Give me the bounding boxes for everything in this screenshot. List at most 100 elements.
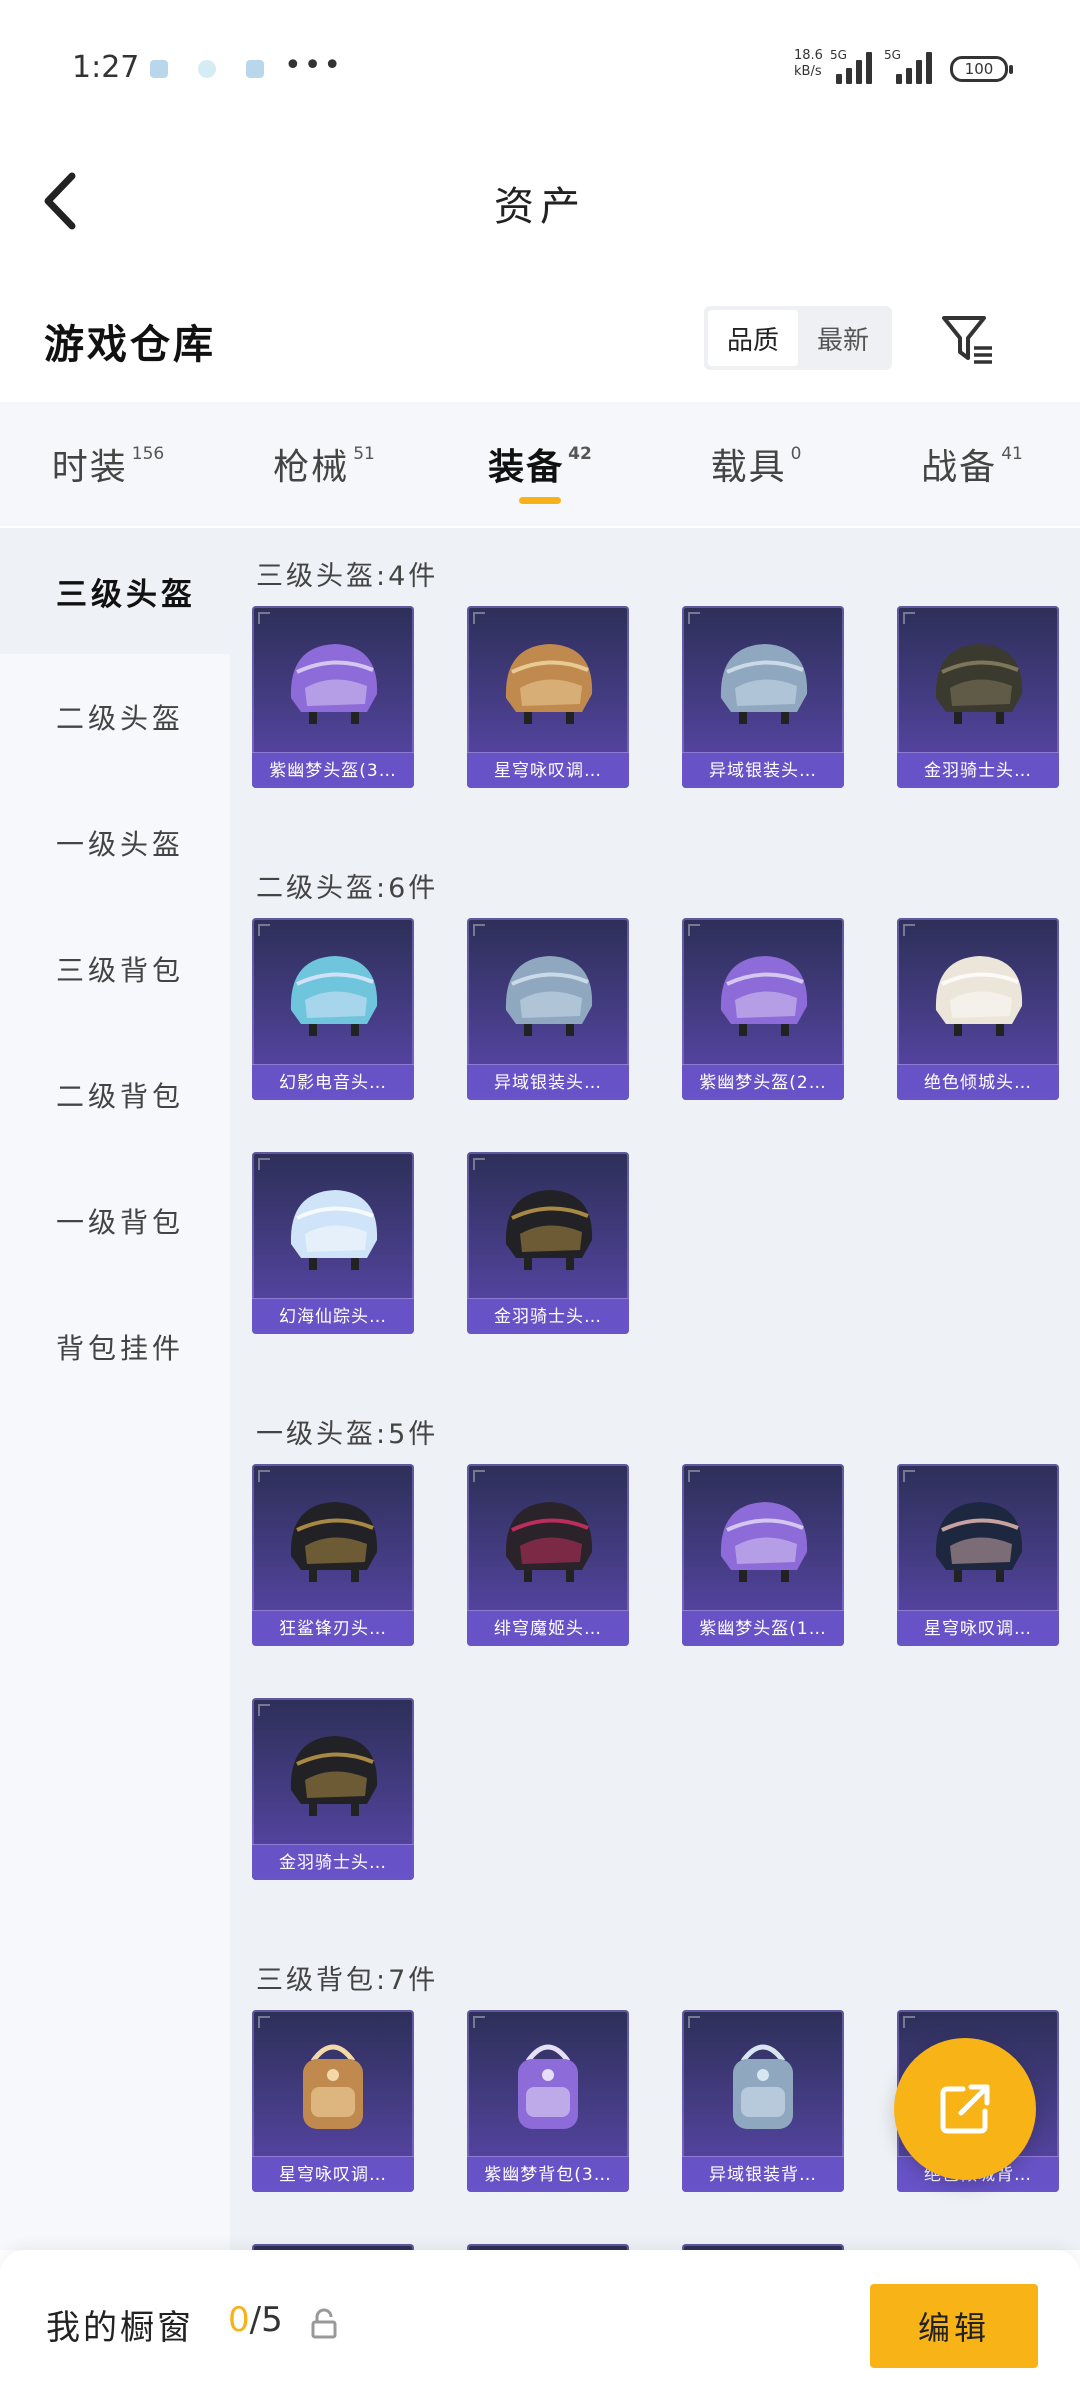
item-name: 金羽骑士头… — [252, 1844, 414, 1880]
status-time: 1:27 — [72, 50, 140, 85]
network-speed-value: 18.6 — [794, 48, 823, 63]
item-name: 紫幽梦头盔(3… — [252, 752, 414, 788]
winged-helmet-icon — [897, 1472, 1059, 1610]
tab-count: 51 — [353, 444, 375, 464]
section-header: 游戏仓库 品质 最新 — [0, 280, 1080, 400]
signal-icon — [836, 50, 872, 84]
sidebar-item-level1-helmet[interactable]: 一级头盔 — [0, 780, 230, 906]
lock-icon — [311, 2308, 337, 2339]
item-cards: 幻影电音头… 异域银装头… 紫幽梦头盔(2… 绝色倾城头… 幻海仙踪头… 金羽骑… — [230, 918, 1080, 1386]
more-notifications-icon: ••• — [284, 48, 344, 83]
tab-fashion[interactable]: 时装 156 — [0, 402, 216, 526]
dark-military-helmet-icon — [897, 614, 1059, 752]
item-grid: 三级头盔:4件 紫幽梦头盔(3… 星穹咏叹调… 异域银装头… 金羽骑士头… 二级头… — [230, 528, 1080, 2250]
group-title: 三级头盔:4件 — [256, 561, 439, 592]
purple-backpack-icon — [467, 2018, 629, 2156]
item-card[interactable]: 星穹咏叹调… — [467, 606, 629, 788]
purple-flower-helmet-icon — [682, 926, 844, 1064]
item-card[interactable]: 星穹咏叹调… — [252, 2010, 414, 2192]
tab-label: 载具 — [710, 447, 787, 488]
item-name: 星穹咏叹调… — [467, 752, 629, 788]
item-card[interactable]: 异域银装头… — [682, 606, 844, 788]
showcase-label: 我的橱窗 — [46, 2308, 194, 2348]
red-black-helmet-icon — [467, 1472, 629, 1610]
status-bar: 1:27 ••• 18.6 kB/s 5G 5G 100 — [0, 0, 1080, 130]
item-card[interactable]: 金羽骑士头… — [467, 1152, 629, 1334]
sidebar: 三级头盔 二级头盔 一级头盔 三级背包 二级背包 一级背包 背包挂件 — [0, 528, 230, 2250]
item-card[interactable]: 金羽骑士头… — [252, 1698, 414, 1880]
item-cards: 狂鲨锋刃头… 绯穹魔姬头… 紫幽梦头盔(1… 星穹咏叹调… 金羽骑士头… — [230, 1464, 1080, 1932]
sidebar-item-level3-backpack[interactable]: 三级背包 — [0, 906, 230, 1032]
silver-visor-helmet-icon — [682, 614, 844, 752]
battery-icon: 100 — [950, 56, 1013, 82]
section-title: 游戏仓库 — [44, 322, 216, 368]
item-card[interactable]: 星穹咏叹调… — [897, 1464, 1059, 1646]
item-name: 绝色倾城头… — [897, 1064, 1059, 1100]
item-name: 星穹咏叹调… — [252, 2156, 414, 2192]
sidebar-item-level2-helmet[interactable]: 二级头盔 — [0, 654, 230, 780]
sidebar-item-backpack-charm[interactable]: 背包挂件 — [0, 1284, 230, 1410]
tab-weapons[interactable]: 枪械 51 — [216, 402, 432, 526]
ornate-backpack-icon — [252, 2018, 414, 2156]
notification-icon — [150, 60, 168, 78]
edit-button[interactable]: 编辑 — [870, 2284, 1038, 2368]
item-name: 星穹咏叹调… — [897, 1610, 1059, 1646]
sidebar-item-level3-helmet[interactable]: 三级头盔 — [0, 528, 230, 654]
item-name: 异域银装背… — [682, 2156, 844, 2192]
page-title: 资产 — [494, 184, 586, 230]
item-card[interactable]: 绯穹魔姬头… — [467, 1464, 629, 1646]
item-name: 幻海仙踪头… — [252, 1298, 414, 1334]
sort-quality-button[interactable]: 品质 — [708, 310, 798, 366]
signal-icon — [896, 50, 932, 84]
item-card[interactable]: 异域银装背… — [682, 2010, 844, 2192]
black-gold-helmet-icon — [467, 1160, 629, 1298]
category-tabs: 时装 156 枪械 51 装备 42 载具 0 战备 41 — [0, 402, 1080, 526]
sidebar-item-level1-backpack[interactable]: 一级背包 — [0, 1158, 230, 1284]
share-button[interactable] — [894, 2038, 1036, 2180]
showcase-total: /5 — [249, 2300, 283, 2340]
tab-equipment[interactable]: 装备 42 — [432, 402, 648, 526]
item-card[interactable]: 幻海仙踪头… — [252, 1152, 414, 1334]
network-speed-unit: kB/s — [794, 64, 822, 79]
item-name: 狂鲨锋刃头… — [252, 1610, 414, 1646]
item-card[interactable]: 幻影电音头… — [252, 918, 414, 1100]
item-card[interactable]: 紫幽梦背包(3… — [467, 2010, 629, 2192]
tab-battle-gear[interactable]: 战备 41 — [864, 402, 1080, 526]
silver-backpack-icon — [682, 2018, 844, 2156]
item-cards: 紫幽梦头盔(3… 星穹咏叹调… 异域银装头… 金羽骑士头… — [230, 606, 1080, 840]
item-card[interactable]: 金羽骑士头… — [897, 606, 1059, 788]
tab-vehicles[interactable]: 载具 0 — [648, 402, 864, 526]
sidebar-item-level2-backpack[interactable]: 二级背包 — [0, 1032, 230, 1158]
item-name: 紫幽梦背包(3… — [467, 2156, 629, 2192]
tab-label: 装备 — [488, 447, 565, 488]
content-area: 三级头盔 二级头盔 一级头盔 三级背包 二级背包 一级背包 背包挂件 三级头盔:… — [0, 528, 1080, 2250]
purple-round-helmet-icon — [682, 1472, 844, 1610]
sort-newest-button[interactable]: 最新 — [798, 310, 888, 366]
tab-label: 时装 — [51, 447, 128, 488]
tab-count: 42 — [568, 444, 592, 464]
item-card[interactable]: 紫幽梦头盔(3… — [252, 606, 414, 788]
notification-icon — [246, 60, 264, 78]
tab-count: 0 — [790, 444, 802, 464]
item-card[interactable]: 异域银装头… — [467, 918, 629, 1100]
item-name: 异域银装头… — [467, 1064, 629, 1100]
item-card[interactable]: 绝色倾城头… — [897, 918, 1059, 1100]
group-title: 二级头盔:6件 — [256, 873, 439, 904]
filter-button[interactable] — [938, 310, 998, 370]
filter-icon — [942, 316, 992, 364]
showcase-current: 0 — [228, 2300, 250, 2340]
item-card[interactable]: 紫幽梦头盔(1… — [682, 1464, 844, 1646]
notification-icon — [198, 60, 216, 78]
black-shark-helmet-icon — [252, 1472, 414, 1610]
headphone-helmet-icon — [252, 926, 414, 1064]
black-gold-round-helmet-icon — [252, 1706, 414, 1844]
app-header: 资产 — [0, 130, 1080, 270]
item-card[interactable]: 狂鲨锋刃头… — [252, 1464, 414, 1646]
item-card[interactable]: 紫幽梦头盔(2… — [682, 918, 844, 1100]
group-title: 一级头盔:5件 — [256, 1419, 439, 1450]
item-name: 幻影电音头… — [252, 1064, 414, 1100]
item-name: 紫幽梦头盔(2… — [682, 1064, 844, 1100]
item-group: 三级头盔:4件 紫幽梦头盔(3… 星穹咏叹调… 异域银装头… 金羽骑士头… — [230, 528, 1080, 840]
share-icon — [940, 2084, 990, 2134]
item-name: 绯穹魔姬头… — [467, 1610, 629, 1646]
